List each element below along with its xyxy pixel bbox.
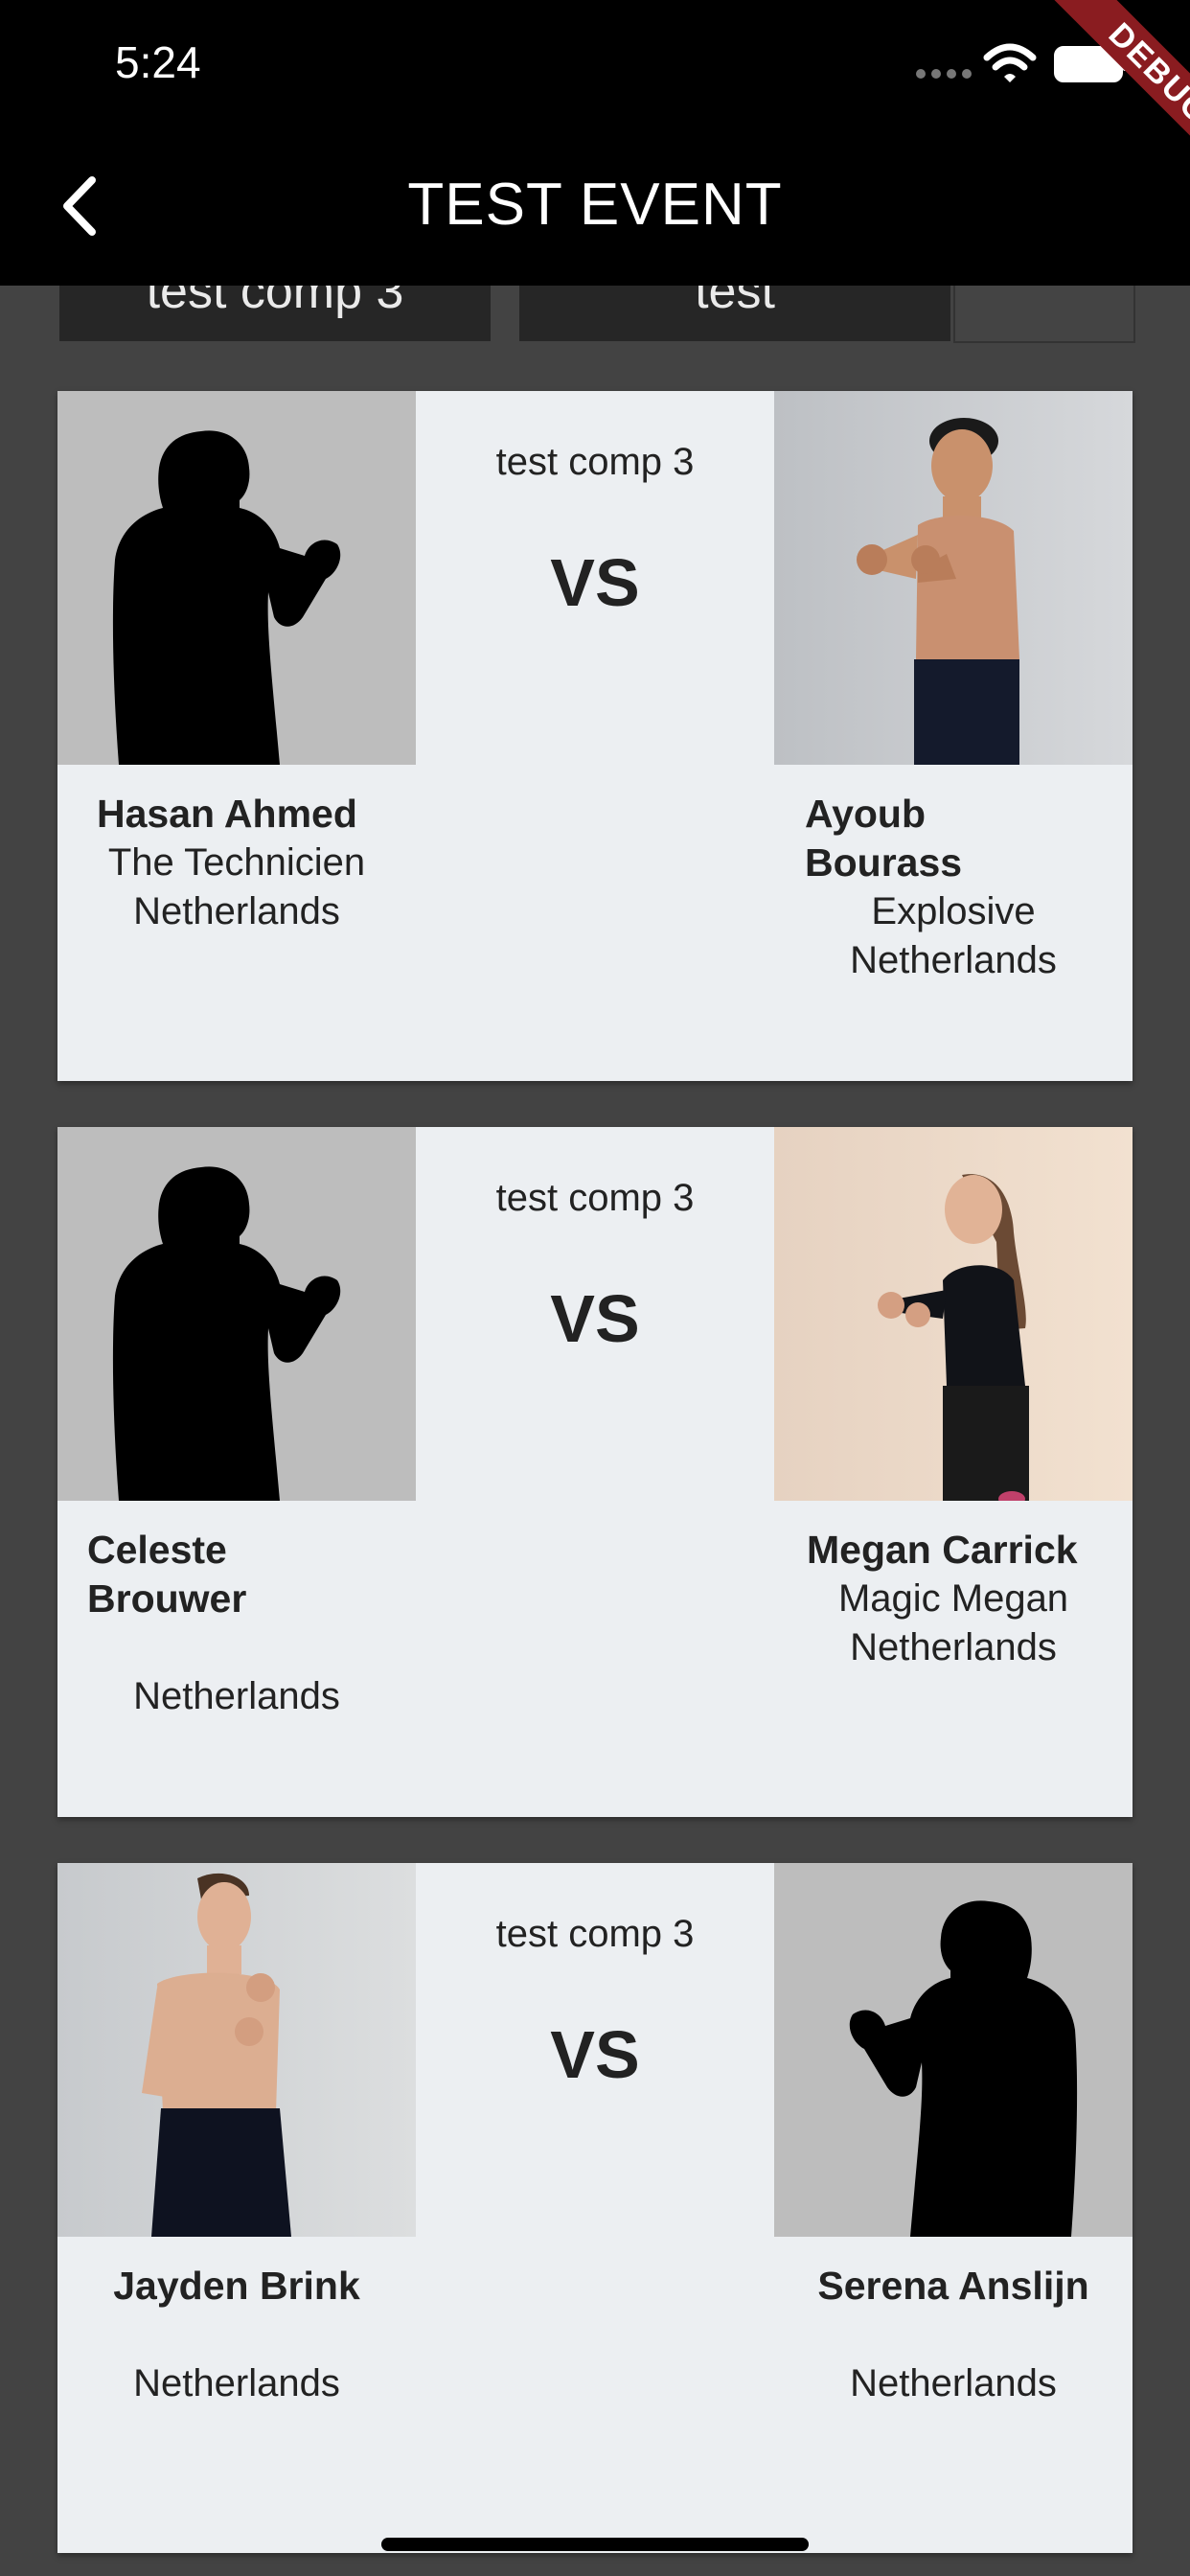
left-fighter-name: Jayden Brink bbox=[113, 2264, 360, 2308]
silhouette-icon bbox=[112, 430, 341, 765]
fighter-photo bbox=[57, 1863, 416, 2237]
right-fighter-name: Serena Anslijn bbox=[817, 2264, 1089, 2308]
wifi-icon bbox=[983, 43, 1037, 82]
tab-overflow-edge bbox=[953, 286, 1135, 343]
silhouette-icon bbox=[112, 1166, 341, 1501]
tab-label: test bbox=[695, 286, 775, 319]
fight-card[interactable]: test comp 3 VS Jayden Brink Netherlands … bbox=[57, 1863, 1133, 2553]
right-fighter-name: Megan Carrick bbox=[807, 1528, 1078, 1572]
right-fighter-country: Netherlands bbox=[850, 2362, 1057, 2404]
right-fighter-country: Netherlands bbox=[850, 939, 1057, 981]
left-fighter-country: Netherlands bbox=[133, 1675, 340, 1717]
left-fighter-name: Hasan Ahmed bbox=[97, 792, 357, 836]
status-time: 5:24 bbox=[115, 37, 201, 87]
left-fighter-name: Celeste Brouwer bbox=[87, 1528, 247, 1621]
left-fighter-country: Netherlands bbox=[133, 2362, 340, 2404]
fight-card[interactable]: test comp 3 VS Hasan Ahmed The Technicie… bbox=[57, 391, 1133, 1081]
right-fighter-nickname: Magic Megan bbox=[837, 1577, 1069, 1620]
competition-label: test comp 3 bbox=[495, 1177, 695, 1219]
vs-label: VS bbox=[550, 2017, 640, 2092]
fighter-figure-icon bbox=[142, 1873, 291, 2237]
fighter-photo bbox=[57, 391, 416, 765]
fighter-photo bbox=[774, 1863, 1133, 2237]
fighter-photo bbox=[57, 1127, 416, 1501]
left-fighter-nickname: The Technicien bbox=[107, 841, 366, 884]
tab-label: test comp 3 bbox=[146, 286, 404, 319]
vs-label: VS bbox=[550, 1281, 640, 1356]
right-fighter-name: Ayoub Bourass bbox=[805, 792, 963, 885]
right-fighter-nickname: Explosive bbox=[871, 890, 1036, 932]
tab-test-comp-3[interactable]: test comp 3 bbox=[59, 286, 491, 341]
cellular-signal-icon bbox=[916, 69, 973, 80]
left-fighter-country: Netherlands bbox=[133, 890, 340, 932]
home-indicator[interactable] bbox=[381, 2538, 809, 2551]
fight-card[interactable]: test comp 3 VS Celeste Brouwer Netherlan… bbox=[57, 1127, 1133, 1817]
competition-label: test comp 3 bbox=[495, 441, 695, 483]
fighter-photo bbox=[774, 391, 1133, 765]
fighter-figure-icon bbox=[857, 418, 1019, 765]
right-fighter-country: Netherlands bbox=[850, 1626, 1057, 1668]
tab-test[interactable]: test bbox=[519, 286, 950, 341]
silhouette-icon bbox=[849, 1900, 1078, 2237]
fighter-figure-icon bbox=[878, 1174, 1029, 1501]
fighter-photo bbox=[774, 1127, 1133, 1501]
page-title: TEST EVENT bbox=[407, 172, 783, 238]
vs-label: VS bbox=[550, 545, 640, 620]
competition-label: test comp 3 bbox=[495, 1913, 695, 1955]
app-bar: 5:24 DEBUG TEST EVENT bbox=[0, 0, 1190, 286]
